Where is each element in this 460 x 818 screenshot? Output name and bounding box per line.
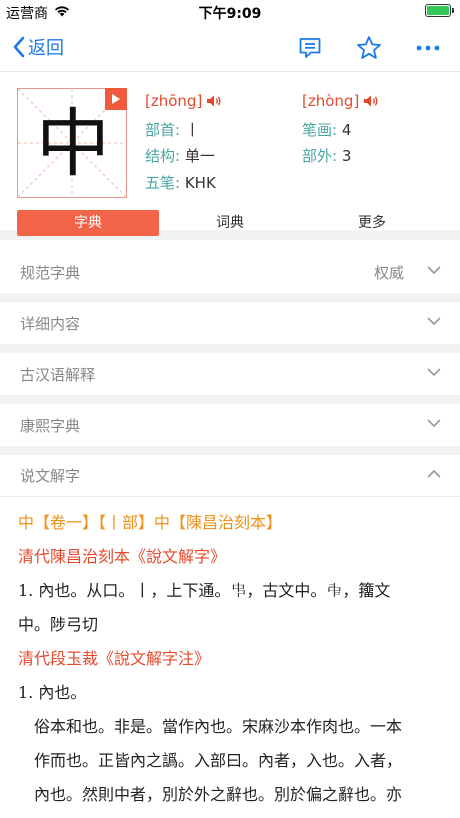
- more-icon[interactable]: [416, 44, 440, 52]
- pinyin-text: [zhòng]: [302, 92, 360, 110]
- strokes-label: 笔画:: [302, 121, 338, 139]
- tab-more[interactable]: 更多: [301, 210, 443, 236]
- status-bar: 运营商 下午9:09: [0, 0, 460, 24]
- section-title: 说文解字: [20, 467, 81, 485]
- section-classical[interactable]: 古汉语解释: [0, 353, 460, 395]
- battery-icon: [425, 4, 454, 17]
- section-divider: [0, 344, 460, 353]
- outside-strokes-label: 部外:: [302, 147, 338, 165]
- pinyin-text: [zhōng]: [145, 92, 203, 110]
- section-divider: [0, 395, 460, 404]
- strokes-row: 笔画: 4: [302, 119, 351, 140]
- speaker-icon: [207, 95, 221, 107]
- entry-chen-line: 中。陟弓切: [18, 615, 99, 634]
- structure-value: 单一: [184, 147, 215, 165]
- play-icon: [112, 94, 120, 104]
- entry-chen-line: 1. 內也。从口。丨，上下通。𠁧，古文中。𠁩，籒文: [18, 581, 391, 600]
- section-kangxi[interactable]: 康熙字典: [0, 404, 460, 446]
- section-divider: [0, 446, 460, 455]
- entry-duan-line: 內也。然則中者，別於外之辭也。別於偏之辭也。亦: [34, 785, 403, 804]
- back-label: 返回: [28, 38, 64, 59]
- wubi-value: KHK: [184, 174, 216, 192]
- section-badge: 权威: [373, 263, 404, 282]
- wubi-row: 五笔: KHK: [145, 172, 216, 193]
- chevron-left-icon: [13, 36, 25, 58]
- back-button[interactable]: 返回: [12, 34, 64, 60]
- chevron-down-icon: [427, 317, 441, 326]
- section-divider: [0, 293, 460, 302]
- source-duan: 清代段玉裁《說文解字注》: [18, 649, 211, 668]
- comment-icon[interactable]: [298, 36, 322, 60]
- section-shuowen[interactable]: 说文解字: [0, 455, 460, 497]
- radical-label: 部首:: [145, 121, 181, 139]
- section-detail[interactable]: 详细内容: [0, 302, 460, 344]
- source-chen: 清代陳昌治刻本《說文解字》: [18, 547, 227, 566]
- section-title: 详细内容: [20, 314, 81, 333]
- outside-strokes-row: 部外: 3: [302, 145, 351, 166]
- radical-row: 部首: 丨: [145, 119, 200, 140]
- section-title: 康熙字典: [20, 416, 81, 435]
- pinyin-zhong4[interactable]: [zhòng]: [302, 92, 379, 110]
- tab-zidian[interactable]: 字典: [17, 210, 159, 236]
- section-guifan-zidian[interactable]: 规范字典 权威: [0, 251, 460, 293]
- status-time: 下午9:09: [198, 6, 262, 22]
- dictionary-tabs: 字典 词典 更多: [17, 210, 443, 236]
- stroke-play-button[interactable]: [105, 88, 127, 110]
- entry-duan-head: 1. 內也。: [18, 683, 87, 702]
- strokes-value: 4: [341, 121, 352, 139]
- pinyin-zhong1[interactable]: [zhōng]: [145, 92, 222, 110]
- character-grid-box: 中: [17, 88, 127, 198]
- shuowen-content: 中【卷一】【丨部】中【陳昌治刻本】 清代陳昌治刻本《說文解字》 1. 內也。从口…: [18, 506, 446, 812]
- chevron-up-icon: [427, 469, 441, 478]
- wubi-label: 五笔:: [145, 174, 181, 192]
- chevron-down-icon: [427, 266, 441, 275]
- tab-cidian[interactable]: 词典: [159, 210, 301, 236]
- character-card: 中 [zhōng] [zhòng] 部首: 丨 笔画: 4 结构: 单一 部外:…: [0, 72, 460, 240]
- outside-strokes-value: 3: [341, 147, 352, 165]
- entry-duan-line: 俗本和也。非是。當作內也。宋麻沙本作肉也。一本: [34, 717, 403, 736]
- star-icon[interactable]: [356, 35, 382, 61]
- entry-duan-line: 作而也。正皆內之譌。入部曰。內者，入也。入者，: [34, 751, 403, 770]
- section-title: 规范字典: [20, 263, 81, 282]
- speaker-icon: [364, 95, 378, 107]
- nav-bar: 返回: [0, 24, 460, 72]
- chevron-down-icon: [427, 419, 441, 428]
- radical-value: 丨: [184, 121, 200, 139]
- nav-actions: [298, 35, 440, 61]
- structure-label: 结构:: [145, 147, 181, 165]
- structure-row: 结构: 单一: [145, 145, 215, 166]
- section-title: 古汉语解释: [20, 365, 96, 384]
- chevron-down-icon: [427, 368, 441, 377]
- shuowen-header: 中【卷一】【丨部】中【陳昌治刻本】: [18, 513, 283, 532]
